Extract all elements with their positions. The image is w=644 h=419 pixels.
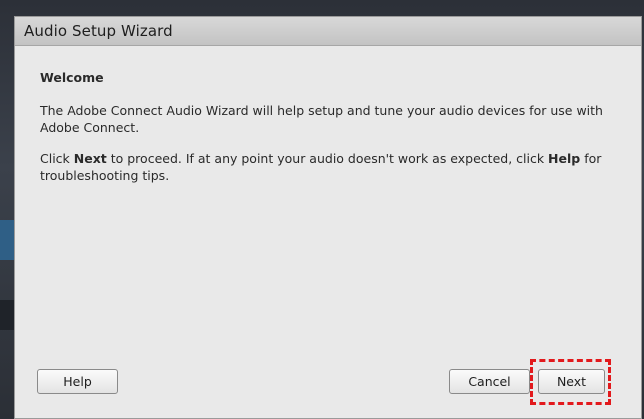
welcome-heading: Welcome: [40, 70, 104, 85]
dialog-content: Welcome The Adobe Connect Audio Wizard w…: [40, 69, 611, 198]
instruction-part2: to proceed. If at any point your audio d…: [106, 151, 549, 166]
background-edge-accent: [0, 220, 14, 260]
help-button[interactable]: Help: [37, 369, 118, 394]
instruction-text: Click Next to proceed. If at any point y…: [40, 150, 611, 184]
dialog-title: Audio Setup Wizard: [24, 22, 173, 40]
cancel-button[interactable]: Cancel: [449, 369, 530, 394]
intro-text: The Adobe Connect Audio Wizard will help…: [40, 103, 603, 135]
instruction-help-word: Help: [548, 151, 581, 166]
dialog-titlebar[interactable]: Audio Setup Wizard: [15, 17, 641, 46]
next-button[interactable]: Next: [538, 369, 605, 394]
background-edge-shadow: [0, 300, 14, 330]
audio-setup-wizard-dialog: Audio Setup Wizard Welcome The Adobe Con…: [14, 16, 642, 419]
instruction-next-word: Next: [73, 151, 107, 166]
instruction-part1: Click: [40, 151, 74, 166]
